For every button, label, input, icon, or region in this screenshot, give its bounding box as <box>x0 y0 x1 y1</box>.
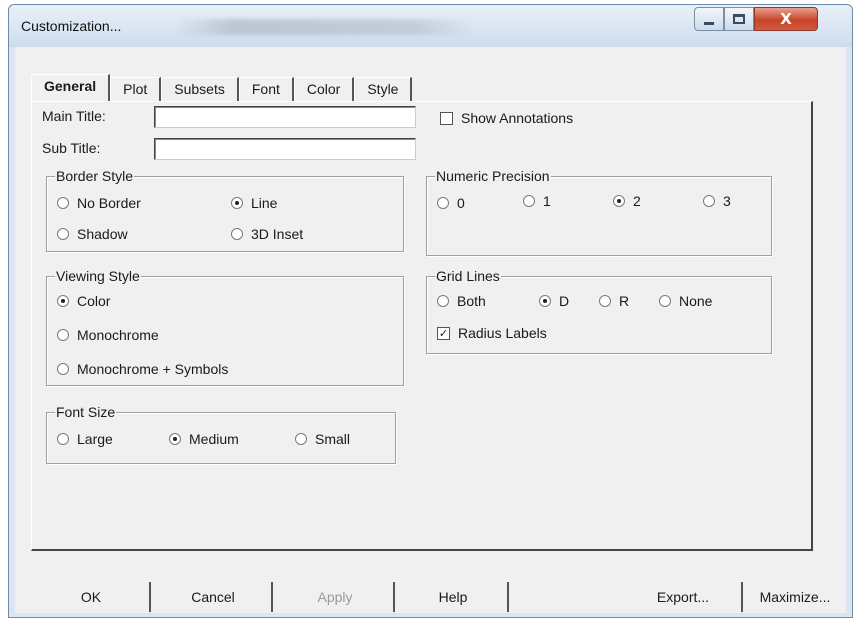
minimize-icon <box>704 21 714 25</box>
sub-title-input[interactable] <box>154 138 416 160</box>
maximize-icon <box>733 14 745 24</box>
dialog-client-area: General Plot Subsets Font Color Style Ma… <box>15 47 846 613</box>
radio-label: 0 <box>457 195 465 211</box>
radio-icon <box>231 228 243 240</box>
radio-label: Shadow <box>77 226 128 242</box>
radio-icon <box>57 363 69 375</box>
sub-title-label: Sub Title: <box>42 140 101 156</box>
viewing-style-group: Viewing Style Color Monochrome Monochrom… <box>46 268 404 386</box>
radio-icon <box>599 295 611 307</box>
grid-lines-group: Grid Lines Both D R None ✓ Radius Labels <box>426 268 772 354</box>
font-size-group: Font Size Large Medium Small <box>46 404 396 464</box>
tab-strip: General Plot Subsets Font Color Style <box>31 74 413 101</box>
radio-grid-none[interactable]: None <box>659 293 712 309</box>
checkbox-icon <box>440 111 453 125</box>
radio-label: 3 <box>723 193 731 209</box>
radio-icon <box>57 228 69 240</box>
main-title-label: Main Title: <box>42 108 106 124</box>
customization-dialog: Customization... X General Plot Subsets … <box>8 4 853 618</box>
main-title-input[interactable] <box>154 106 416 128</box>
radio-font-large[interactable]: Large <box>57 431 113 447</box>
radio-selected-icon <box>231 197 243 209</box>
show-annotations-label: Show Annotations <box>461 110 574 126</box>
tab-plot[interactable]: Plot <box>110 77 162 101</box>
radio-label: 2 <box>633 193 641 209</box>
radio-grid-both[interactable]: Both <box>437 293 486 309</box>
radio-grid-d[interactable]: D <box>539 293 569 309</box>
numeric-precision-title: Numeric Precision <box>435 168 551 184</box>
radio-label: 3D Inset <box>251 226 304 242</box>
radio-label: Monochrome <box>77 327 159 343</box>
radio-label: Large <box>77 431 113 447</box>
radio-label: Monochrome + Symbols <box>77 361 229 377</box>
radio-precision-3[interactable]: 3 <box>703 193 731 209</box>
radio-shadow[interactable]: Shadow <box>57 226 128 242</box>
font-size-title: Font Size <box>55 404 117 420</box>
radio-label: No Border <box>77 195 141 211</box>
radio-icon <box>57 197 69 209</box>
radio-icon <box>437 197 449 209</box>
tab-color[interactable]: Color <box>293 77 355 101</box>
radio-icon <box>703 195 715 207</box>
radius-labels-checkbox[interactable]: ✓ Radius Labels <box>437 325 547 341</box>
radio-precision-1[interactable]: 1 <box>523 193 551 209</box>
radio-icon <box>437 295 449 307</box>
radio-grid-r[interactable]: R <box>599 293 629 309</box>
blurred-title-region <box>174 19 474 35</box>
help-button[interactable]: Help <box>399 582 509 612</box>
cancel-button[interactable]: Cancel <box>155 582 273 612</box>
radius-labels-label: Radius Labels <box>458 325 547 341</box>
tab-general[interactable]: General <box>31 74 111 101</box>
radio-selected-icon <box>169 433 181 445</box>
radio-icon <box>57 433 69 445</box>
tab-style[interactable]: Style <box>354 77 413 101</box>
tab-font[interactable]: Font <box>238 77 294 101</box>
show-annotations-checkbox[interactable]: Show Annotations <box>440 110 573 126</box>
radio-label: Both <box>457 293 486 309</box>
radio-selected-icon <box>57 295 69 307</box>
general-tab-panel: Main Title: Sub Title: Show Annotations … <box>31 101 813 551</box>
viewing-style-title: Viewing Style <box>55 268 141 284</box>
radio-precision-0[interactable]: 0 <box>437 195 465 211</box>
radio-color[interactable]: Color <box>57 293 110 309</box>
window-title: Customization... <box>21 18 122 34</box>
title-bar[interactable]: Customization... X <box>9 5 852 47</box>
maximize-button[interactable]: Maximize... <box>747 582 843 612</box>
minimize-button[interactable] <box>694 7 724 31</box>
radio-precision-2[interactable]: 2 <box>613 193 641 209</box>
radio-label: 1 <box>543 193 551 209</box>
radio-selected-icon <box>539 295 551 307</box>
radio-font-medium[interactable]: Medium <box>169 431 239 447</box>
radio-icon <box>659 295 671 307</box>
radio-line[interactable]: Line <box>231 195 277 211</box>
export-button[interactable]: Export... <box>625 582 743 612</box>
radio-icon <box>523 195 535 207</box>
radio-icon <box>57 329 69 341</box>
radio-3d-inset[interactable]: 3D Inset <box>231 226 303 242</box>
radio-label: Color <box>77 293 111 309</box>
radio-font-small[interactable]: Small <box>295 431 350 447</box>
radio-label: R <box>619 293 630 309</box>
checkmark-icon: ✓ <box>437 326 450 340</box>
close-icon: X <box>780 10 792 28</box>
close-button[interactable]: X <box>754 7 818 31</box>
ok-button[interactable]: OK <box>33 582 151 612</box>
radio-icon <box>295 433 307 445</box>
radio-label: None <box>679 293 713 309</box>
radio-label: D <box>559 293 570 309</box>
radio-monochrome[interactable]: Monochrome <box>57 327 159 343</box>
radio-selected-icon <box>613 195 625 207</box>
border-style-title: Border Style <box>55 168 135 184</box>
apply-button[interactable]: Apply <box>277 582 395 612</box>
grid-lines-title: Grid Lines <box>435 268 501 284</box>
radio-label: Line <box>251 195 278 211</box>
radio-label: Small <box>315 431 351 447</box>
tab-subsets[interactable]: Subsets <box>161 77 239 101</box>
maximize-window-button[interactable] <box>724 7 754 31</box>
numeric-precision-group: Numeric Precision 0 1 2 3 <box>426 168 772 256</box>
radio-no-border[interactable]: No Border <box>57 195 141 211</box>
radio-monochrome-symbols[interactable]: Monochrome + Symbols <box>57 361 228 377</box>
radio-label: Medium <box>189 431 239 447</box>
border-style-group: Border Style No Border Line Shadow 3D In… <box>46 168 404 252</box>
